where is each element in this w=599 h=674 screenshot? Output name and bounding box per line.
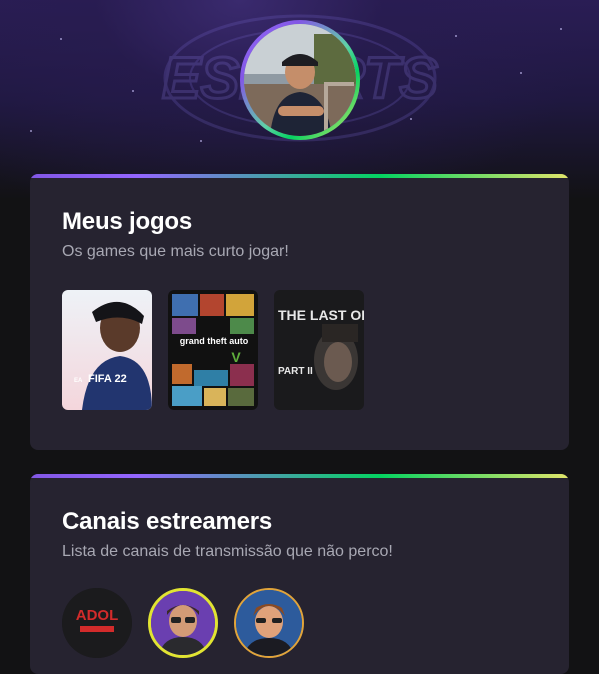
games-section-subtitle: Os games que mais curto jogar! (62, 243, 289, 260)
streamers-list: ADOL (62, 588, 304, 658)
avatar (240, 20, 360, 140)
star (520, 72, 522, 74)
star (560, 28, 562, 30)
star (410, 118, 412, 120)
game-cover-fifa22[interactable]: EA FIFA 22 (62, 290, 152, 410)
svg-text:THE LAST OF US: THE LAST OF US (278, 307, 364, 323)
svg-text:ADOL: ADOL (76, 607, 119, 624)
streamers-card: Canais estreamers Lista de canais de tra… (30, 474, 569, 674)
star (132, 90, 134, 92)
games-section-title: Meus jogos (62, 208, 193, 235)
fifa-22-cover-icon: EA FIFA 22 (62, 290, 152, 410)
star (455, 35, 457, 37)
streamer-avatar-2-icon (151, 591, 215, 655)
svg-text:FIFA 22: FIFA 22 (88, 373, 127, 385)
games-list: EA FIFA 22 grand theft auto V THE LAST O… (62, 290, 364, 410)
streamer-avatar-1-icon: ADOL (62, 588, 132, 658)
the-last-of-us-2-cover-icon: THE LAST OF US PART II (274, 290, 364, 410)
star (200, 140, 202, 142)
streamer-channel-2[interactable] (148, 588, 218, 658)
svg-text:grand theft auto: grand theft auto (180, 336, 249, 346)
games-card: Meus jogos Os games que mais curto jogar… (30, 174, 569, 450)
streamers-section-subtitle: Lista de canais de transmissão que não p… (62, 543, 393, 560)
game-cover-tlou2[interactable]: THE LAST OF US PART II (274, 290, 364, 410)
star (60, 38, 62, 40)
streamer-avatar-3-icon (236, 590, 302, 656)
star (30, 130, 32, 132)
game-cover-gta5[interactable]: grand theft auto V (168, 290, 258, 410)
streamers-section-title: Canais estreamers (62, 508, 273, 535)
streamer-channel-1[interactable]: ADOL (62, 588, 132, 658)
gta-v-cover-icon: grand theft auto V (168, 290, 258, 410)
svg-text:V: V (231, 349, 241, 365)
profile-photo-icon (244, 24, 356, 136)
svg-text:EA: EA (74, 378, 83, 384)
hero-banner: ESPORTS (0, 0, 599, 200)
svg-text:PART II: PART II (278, 366, 313, 377)
streamer-channel-3[interactable] (234, 588, 304, 658)
